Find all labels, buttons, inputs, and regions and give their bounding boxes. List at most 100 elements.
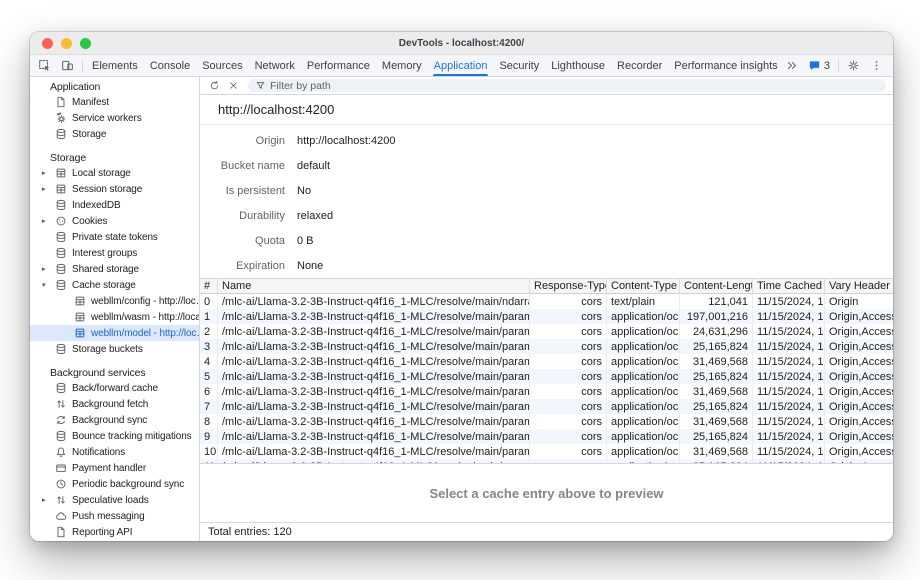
close-button[interactable] (42, 38, 53, 49)
settings-button[interactable] (842, 55, 865, 76)
tab-label: Memory (382, 60, 422, 72)
expander-icon[interactable]: ▸ (42, 185, 55, 193)
detail-row: Origin http://localhost:4200 (200, 128, 893, 153)
sidebar-item-label: Background fetch (72, 399, 148, 410)
sidebar-item[interactable]: Notifications (30, 444, 199, 460)
column-header[interactable]: # (200, 279, 218, 293)
expander-icon[interactable]: ▸ (42, 265, 55, 273)
sidebar-item[interactable]: ▸ Cookies (30, 213, 199, 229)
devtools-tab[interactable]: Elements (86, 55, 144, 76)
expander-icon[interactable]: ▸ (42, 169, 55, 177)
sidebar-item[interactable]: Back/forward cache (30, 380, 199, 396)
sidebar-item[interactable]: ▸ Shared storage (30, 261, 199, 277)
cache-entry-row[interactable]: 10 /mlc-ai/Llama-3.2-3B-Instruct-q4f16_1… (200, 444, 893, 459)
cell-content-type: application/oc… (607, 309, 680, 324)
cell-vary-header: Origin,Access… (825, 339, 893, 354)
column-header[interactable]: Time Cached (753, 279, 825, 293)
cache-entry-row[interactable]: 8 /mlc-ai/Llama-3.2-3B-Instruct-q4f16_1-… (200, 414, 893, 429)
devtools-tab[interactable]: Performance (301, 55, 376, 76)
sidebar-item-label: Push messaging (72, 511, 145, 522)
cell-vary-header: Origin,Access… (825, 429, 893, 444)
column-header[interactable]: Vary Header (825, 279, 893, 293)
minimize-button[interactable] (61, 38, 72, 49)
sidebar-item[interactable]: Service workers (30, 110, 199, 126)
cell-response-type: cors (530, 429, 607, 444)
sidebar-item[interactable]: ▸ Speculative loads (30, 492, 199, 508)
devtools-tab[interactable]: Console (144, 55, 196, 76)
issues-button[interactable]: 3 (803, 55, 835, 76)
cache-entry-row[interactable]: 2 /mlc-ai/Llama-3.2-3B-Instruct-q4f16_1-… (200, 324, 893, 339)
sidebar-item[interactable]: Background fetch (30, 396, 199, 412)
sidebar-item[interactable]: IndexedDB (30, 197, 199, 213)
devtools-tab[interactable]: Application (428, 55, 494, 76)
devtools-tab[interactable]: Memory (376, 55, 428, 76)
device-toolbar-button[interactable] (56, 55, 79, 76)
filter-input[interactable] (270, 80, 879, 92)
sidebar-item[interactable]: Manifest (30, 94, 199, 110)
sidebar-item[interactable]: Storage buckets (30, 341, 199, 357)
column-header[interactable]: Content-Type (607, 279, 680, 293)
sidebar-item[interactable]: ▸ Session storage (30, 181, 199, 197)
table-icon (74, 327, 86, 339)
more-tabs-button[interactable] (780, 55, 803, 76)
cell-content-type: application/oc… (607, 399, 680, 414)
devtools-tab[interactable]: Sources (196, 55, 248, 76)
refresh-button[interactable] (205, 80, 224, 91)
sidebar-item[interactable]: Interest groups (30, 245, 199, 261)
issues-count: 3 (824, 60, 830, 72)
database-icon (55, 430, 67, 442)
delete-selected-button[interactable] (224, 80, 243, 91)
devtools-tab[interactable]: Network (249, 55, 301, 76)
devtools-tab[interactable]: Performance insights (668, 55, 780, 76)
devtools-tab[interactable]: Recorder (611, 55, 668, 76)
sidebar-item[interactable]: Reporting API (30, 524, 199, 540)
sidebar-item-label: Bounce tracking mitigations (72, 431, 192, 442)
cell-content-type: application/oc… (607, 324, 680, 339)
column-header[interactable]: Content-Length (680, 279, 753, 293)
cache-entry-row[interactable]: 4 /mlc-ai/Llama-3.2-3B-Instruct-q4f16_1-… (200, 354, 893, 369)
column-header[interactable]: Response-Type (530, 279, 607, 293)
fullscreen-button[interactable] (80, 38, 91, 49)
cell-name: /mlc-ai/Llama-3.2-3B-Instruct-q4f16_1-ML… (218, 354, 530, 369)
cache-entry-row[interactable]: 7 /mlc-ai/Llama-3.2-3B-Instruct-q4f16_1-… (200, 399, 893, 414)
toolbar-divider (82, 59, 83, 72)
expander-icon[interactable]: ▸ (42, 496, 55, 504)
sidebar-item[interactable]: webllm/wasm - http://loca… (30, 309, 199, 325)
devtools-tabbar: Elements Console Sources Network Perform… (30, 55, 893, 77)
sidebar-item-label: Interest groups (72, 248, 137, 259)
detail-row: Quota 0 B (200, 228, 893, 253)
cloud-icon (55, 510, 67, 522)
sidebar-item[interactable]: Bounce tracking mitigations (30, 428, 199, 444)
sidebar-item[interactable]: Periodic background sync (30, 476, 199, 492)
expander-icon[interactable]: ▸ (42, 217, 55, 225)
detail-value: None (297, 260, 323, 272)
devtools-tab[interactable]: Security (493, 55, 545, 76)
sidebar-item[interactable]: ▾ Cache storage (30, 277, 199, 293)
cache-entry-row[interactable]: 1 /mlc-ai/Llama-3.2-3B-Instruct-q4f16_1-… (200, 309, 893, 324)
tab-label: Recorder (617, 60, 662, 72)
expander-icon[interactable]: ▾ (42, 281, 55, 289)
inspect-element-button[interactable] (33, 55, 56, 76)
column-header[interactable]: Name (218, 279, 530, 293)
sidebar-item[interactable]: webllm/model - http://loc… (30, 325, 199, 341)
sidebar-item[interactable]: Private state tokens (30, 229, 199, 245)
cache-entry-row[interactable]: 3 /mlc-ai/Llama-3.2-3B-Instruct-q4f16_1-… (200, 339, 893, 354)
sidebar-item[interactable]: ▸ Local storage (30, 165, 199, 181)
sidebar-item[interactable]: Storage (30, 126, 199, 142)
cache-entry-row[interactable]: 5 /mlc-ai/Llama-3.2-3B-Instruct-q4f16_1-… (200, 369, 893, 384)
filter-field[interactable] (248, 79, 886, 92)
cache-entry-row[interactable]: 6 /mlc-ai/Llama-3.2-3B-Instruct-q4f16_1-… (200, 384, 893, 399)
devtools-tab[interactable]: Lighthouse (545, 55, 611, 76)
sidebar-item[interactable]: Push messaging (30, 508, 199, 524)
sidebar-item[interactable]: webllm/config - http://loc… (30, 293, 199, 309)
detail-row: Durability relaxed (200, 203, 893, 228)
menu-button[interactable] (865, 55, 888, 76)
sidebar-item[interactable]: Background sync (30, 412, 199, 428)
cache-entry-row[interactable]: 9 /mlc-ai/Llama-3.2-3B-Instruct-q4f16_1-… (200, 429, 893, 444)
cache-entry-row[interactable]: 0 /mlc-ai/Llama-3.2-3B-Instruct-q4f16_1-… (200, 294, 893, 309)
sidebar-item-label: Notifications (72, 447, 125, 458)
cell-time-cached: 11/15/2024, 10… (753, 384, 825, 399)
tab-label: Security (499, 60, 539, 72)
sidebar-item-label: Reporting API (72, 527, 132, 538)
sidebar-item[interactable]: Payment handler (30, 460, 199, 476)
